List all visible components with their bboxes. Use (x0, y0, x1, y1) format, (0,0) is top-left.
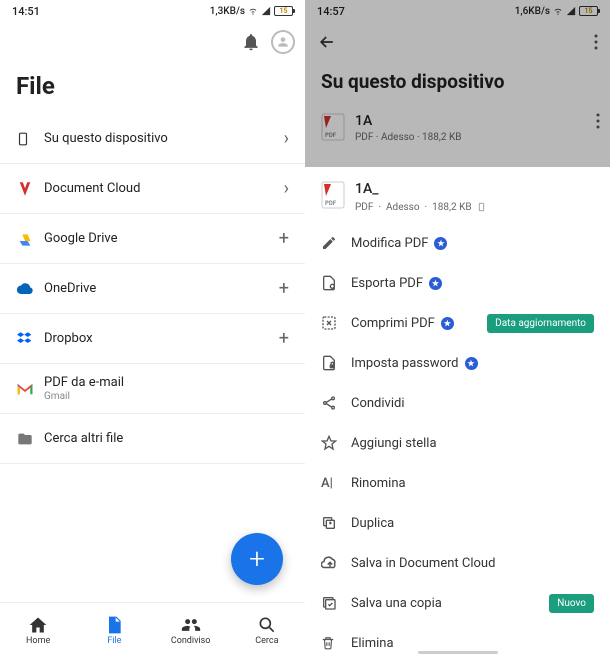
fab-add-button[interactable]: + (231, 533, 283, 585)
dropbox-icon (16, 331, 44, 347)
status-time: 14:57 (317, 5, 345, 18)
notifications-icon[interactable] (241, 32, 261, 52)
status-right: 1,6KB/s 15 (515, 6, 598, 17)
plus-icon: + (279, 328, 289, 349)
onedrive-icon (16, 282, 44, 296)
device-icon (16, 129, 44, 149)
pencil-icon (321, 235, 351, 251)
wifi-icon (248, 6, 258, 16)
action-rename[interactable]: A| Rinomina (305, 463, 610, 503)
gmail-icon (16, 382, 44, 396)
plus-icon: + (279, 228, 289, 249)
file-icon (104, 615, 124, 635)
lock-file-icon (321, 354, 351, 372)
update-date-pill: Data aggiornamento (487, 314, 594, 333)
signal-icon (261, 6, 271, 16)
row-label: PDF da e-mail (44, 375, 289, 390)
page-title: Su questo dispositivo (305, 62, 610, 107)
signal-icon (566, 6, 576, 16)
premium-badge-icon: ★ (465, 357, 478, 370)
nav-shared[interactable]: Condiviso (153, 603, 229, 657)
page-title: File (0, 62, 305, 114)
source-google-drive[interactable]: Google Drive + (0, 214, 305, 264)
battery-icon: 15 (274, 6, 293, 16)
home-icon (28, 615, 48, 635)
action-set-password[interactable]: Imposta password★ (305, 343, 610, 383)
trash-icon (321, 635, 351, 651)
status-time: 14:51 (12, 5, 40, 18)
file-sources-screen: 14:51 1,3KB/s 15 File Su questo disposit… (0, 0, 305, 657)
device-icon (477, 201, 486, 213)
action-share[interactable]: Condividi (305, 383, 610, 423)
star-icon (321, 435, 351, 451)
share-icon (321, 395, 351, 411)
action-compress-pdf[interactable]: Comprimi PDF★ Data aggiornamento (305, 303, 610, 343)
action-save-copy[interactable]: Salva una copia Nuovo (305, 583, 610, 623)
action-star[interactable]: Aggiungi stella (305, 423, 610, 463)
pdf-icon: PDF (321, 181, 345, 209)
compress-icon (321, 315, 351, 331)
adobe-cloud-icon (16, 180, 44, 198)
rename-icon: A| (321, 476, 351, 491)
file-name: 1A_ (355, 181, 486, 197)
bottom-sheet: PDF 1A_ PDF · Adesso · 188,2 KB Modifica… (305, 167, 610, 657)
file-row[interactable]: PDF 1A PDF · Adesso · 188,2 KB (305, 107, 610, 153)
export-file-icon (321, 274, 351, 292)
status-bar: 14:51 1,3KB/s 15 (0, 0, 305, 22)
nav-home[interactable]: Home (0, 603, 76, 657)
wifi-icon (553, 6, 563, 16)
topbar (305, 22, 610, 62)
file-detail-screen: 14:57 1,6KB/s 15 Su questo dispositivo P… (305, 0, 610, 657)
new-pill: Nuovo (549, 594, 594, 613)
status-right: 1,3KB/s 15 (210, 6, 293, 17)
plus-icon: + (279, 278, 289, 299)
action-edit-pdf[interactable]: Modifica PDF★ (305, 223, 610, 263)
more-icon[interactable] (594, 34, 598, 50)
topbar (0, 22, 305, 62)
source-gmail[interactable]: PDF da e-mail Gmail (0, 364, 305, 414)
sheet-file-header: PDF 1A_ PDF · Adesso · 188,2 KB (305, 167, 610, 223)
cloud-upload-icon (321, 556, 351, 570)
source-list: Su questo dispositivo › Document Cloud ›… (0, 114, 305, 464)
people-icon (181, 615, 201, 635)
chevron-right-icon: › (284, 128, 289, 149)
search-icon (257, 615, 277, 635)
premium-badge-icon: ★ (434, 237, 447, 250)
file-meta: PDF · Adesso · 188,2 KB (355, 201, 486, 213)
more-icon[interactable] (596, 113, 600, 129)
battery-icon: 15 (579, 6, 598, 16)
source-device[interactable]: Su questo dispositivo › (0, 114, 305, 164)
status-bar: 14:57 1,6KB/s 15 (305, 0, 610, 22)
nav-file[interactable]: File (76, 603, 152, 657)
premium-badge-icon: ★ (429, 277, 442, 290)
row-sublabel: Gmail (44, 391, 289, 402)
folder-icon (16, 431, 44, 447)
svg-text:PDF: PDF (325, 200, 337, 207)
google-drive-icon (16, 231, 44, 247)
action-save-cloud[interactable]: Salva in Document Cloud (305, 543, 610, 583)
source-dropbox[interactable]: Dropbox + (0, 314, 305, 364)
save-copy-icon (321, 595, 351, 611)
plus-icon: + (249, 545, 265, 573)
action-list: Modifica PDF★ Esporta PDF★ Comprimi PDF★… (305, 223, 610, 657)
nav-search[interactable]: Cerca (229, 603, 305, 657)
back-icon[interactable] (317, 32, 337, 52)
premium-badge-icon: ★ (441, 317, 454, 330)
action-duplicate[interactable]: Duplica (305, 503, 610, 543)
nav-handle (418, 651, 498, 654)
bottom-nav: Home File Condiviso Cerca (0, 602, 305, 657)
source-onedrive[interactable]: OneDrive + (0, 264, 305, 314)
duplicate-icon (321, 515, 351, 531)
source-document-cloud[interactable]: Document Cloud › (0, 164, 305, 214)
source-browse[interactable]: Cerca altri file (0, 414, 305, 464)
avatar-icon[interactable] (271, 30, 295, 54)
pdf-icon: PDF (321, 113, 345, 141)
svg-text:PDF: PDF (325, 132, 337, 139)
chevron-right-icon: › (284, 178, 289, 199)
action-export-pdf[interactable]: Esporta PDF★ (305, 263, 610, 303)
